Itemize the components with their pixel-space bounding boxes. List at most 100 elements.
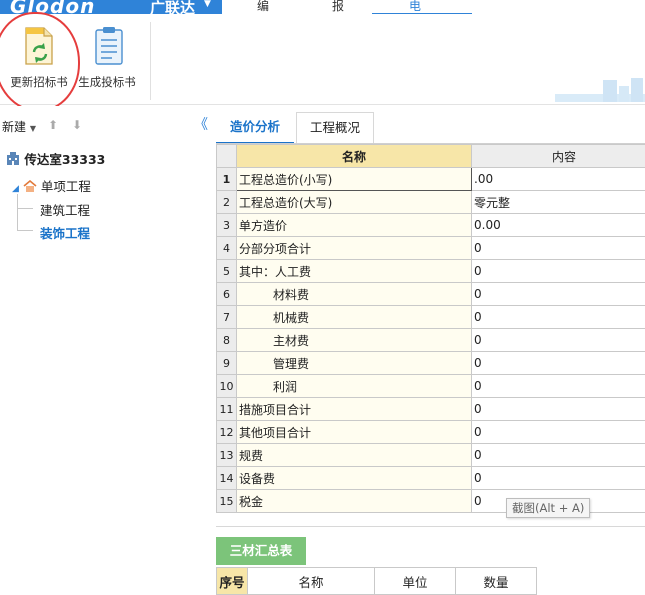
row-number[interactable]: 14 [217, 467, 237, 490]
cell-name[interactable]: 措施项目合计 [237, 398, 472, 421]
move-down-icon[interactable]: ⬇ [72, 118, 82, 132]
cell-value[interactable]: 零元整 [472, 191, 645, 214]
cell-value[interactable]: 0 [472, 260, 645, 283]
cell-value[interactable]: 0 [472, 421, 645, 444]
cell-name[interactable]: 管理费 [237, 352, 472, 375]
title-bar: Glodon 广联达 ▼ 编制 报表 电子标 [0, 0, 645, 14]
tree-line [17, 230, 33, 231]
table-row[interactable]: 3单方造价0.00 [217, 214, 645, 237]
row-number[interactable]: 11 [217, 398, 237, 421]
tab-project-overview[interactable]: 工程概况 [296, 112, 374, 143]
cell-value[interactable]: 0 [472, 398, 645, 421]
corner-cell [217, 145, 237, 168]
cell-name[interactable]: 规费 [237, 444, 472, 467]
cell-name[interactable]: 其他项目合计 [237, 421, 472, 444]
cell-name[interactable]: 利润 [237, 375, 472, 398]
table-row[interactable]: 2工程总造价(大写)零元整 [217, 191, 645, 214]
row-number[interactable]: 9 [217, 352, 237, 375]
update-tender-label: 更新招标书 [4, 74, 74, 90]
table-row[interactable]: 6材料费0 [217, 283, 645, 306]
cell-name[interactable]: 设备费 [237, 467, 472, 490]
row-number[interactable]: 3 [217, 214, 237, 237]
header-name[interactable]: 名称 [237, 145, 472, 168]
row-number[interactable]: 5 [217, 260, 237, 283]
content-tabs: 造价分析 工程概况 [216, 112, 645, 144]
row-number[interactable]: 6 [217, 283, 237, 306]
tree-root[interactable]: 传达室33333 [6, 149, 105, 168]
cell-value[interactable]: .00 [472, 168, 645, 191]
generate-bid-button[interactable]: 生成投标书 [72, 24, 142, 84]
table-row[interactable]: 10利润0 [217, 375, 645, 398]
ribbon: 更新招标书 生成投标书 [0, 14, 645, 105]
new-button[interactable]: 新建 ▼ [2, 118, 36, 135]
grid-header-row: 名称 内容 [217, 145, 645, 168]
summary-header-name[interactable]: 名称 [248, 568, 375, 595]
cell-value[interactable]: 0.00 [472, 214, 645, 237]
row-number[interactable]: 12 [217, 421, 237, 444]
new-dropdown-icon: ▼ [30, 124, 36, 133]
tree-line [17, 194, 18, 230]
table-row[interactable]: 12其他项目合计0 [217, 421, 645, 444]
summary-header-qty[interactable]: 数量 [456, 568, 537, 595]
cell-name[interactable]: 其中：人工费 [237, 260, 472, 283]
table-row[interactable]: 9管理费0 [217, 352, 645, 375]
cell-name[interactable]: 机械费 [237, 306, 472, 329]
row-number[interactable]: 10 [217, 375, 237, 398]
screenshot-tooltip: 截图(Alt + A) [506, 498, 590, 518]
row-number[interactable]: 8 [217, 329, 237, 352]
cell-value[interactable]: 0 [472, 467, 645, 490]
tree-node-decoration[interactable]: 装饰工程 [40, 223, 90, 242]
cell-value[interactable]: 0 [472, 237, 645, 260]
table-row[interactable]: 13规费0 [217, 444, 645, 467]
new-label: 新建 [2, 120, 26, 134]
summary-header-unit[interactable]: 单位 [375, 568, 456, 595]
cell-name[interactable]: 税金 [237, 490, 472, 513]
summary-header-row: 序号 名称 单位 数量 [217, 568, 537, 595]
table-row[interactable]: 5其中：人工费0 [217, 260, 645, 283]
cell-value[interactable]: 0 [472, 306, 645, 329]
cell-value[interactable]: 0 [472, 444, 645, 467]
brand-dropdown-icon[interactable]: ▼ [204, 0, 211, 9]
row-number[interactable]: 15 [217, 490, 237, 513]
brand-logo: Glodon [10, 0, 95, 14]
cell-value[interactable]: 0 [472, 375, 645, 398]
cell-name[interactable]: 材料费 [237, 283, 472, 306]
row-number[interactable]: 7 [217, 306, 237, 329]
table-row[interactable]: 8主材费0 [217, 329, 645, 352]
collapse-pane-icon[interactable]: 《 [194, 114, 208, 134]
row-number[interactable]: 4 [217, 237, 237, 260]
tab-materials-summary[interactable]: 三材汇总表 [216, 537, 306, 565]
generate-bid-label: 生成投标书 [72, 74, 142, 90]
table-row[interactable]: 14设备费0 [217, 467, 645, 490]
tree-unit-label: 单项工程 [41, 179, 91, 194]
tree-toolbar: 新建 ▼ ⬆ ⬇ [0, 118, 214, 136]
row-number[interactable]: 13 [217, 444, 237, 467]
tree-node-unit[interactable]: ◢ 单项工程 [12, 176, 91, 195]
tree-root-label: 传达室33333 [24, 152, 105, 167]
row-number[interactable]: 2 [217, 191, 237, 214]
cell-value[interactable]: 0 [472, 283, 645, 306]
summary-header-no[interactable]: 序号 [217, 568, 248, 595]
cell-name[interactable]: 工程总造价(小写) [237, 168, 472, 191]
table-row[interactable]: 11措施项目合计0 [217, 398, 645, 421]
tab-cost-analysis[interactable]: 造价分析 [216, 112, 294, 144]
cell-name[interactable]: 主材费 [237, 329, 472, 352]
cell-name[interactable]: 单方造价 [237, 214, 472, 237]
header-content[interactable]: 内容 [472, 145, 645, 168]
move-up-icon[interactable]: ⬆ [48, 118, 58, 132]
table-row[interactable]: 1工程总造价(小写).00 [217, 168, 645, 191]
tree-node-building[interactable]: 建筑工程 [40, 200, 90, 219]
cell-name[interactable]: 分部分项合计 [237, 237, 472, 260]
row-number[interactable]: 1 [217, 168, 237, 191]
cell-value[interactable]: 0 [472, 352, 645, 375]
update-tender-button[interactable]: 更新招标书 [4, 24, 74, 84]
expand-triangle-icon[interactable]: ◢ [12, 184, 19, 194]
building-icon [6, 152, 20, 165]
table-row[interactable]: 4分部分项合计0 [217, 237, 645, 260]
cell-name[interactable]: 工程总造价(大写) [237, 191, 472, 214]
cell-value[interactable]: 0 [472, 329, 645, 352]
skyline-decoration-icon [555, 76, 645, 102]
cost-analysis-grid: 名称 内容 1工程总造价(小写).002工程总造价(大写)零元整3单方造价0.0… [216, 144, 645, 513]
table-row[interactable]: 7机械费0 [217, 306, 645, 329]
update-document-icon [22, 26, 56, 66]
